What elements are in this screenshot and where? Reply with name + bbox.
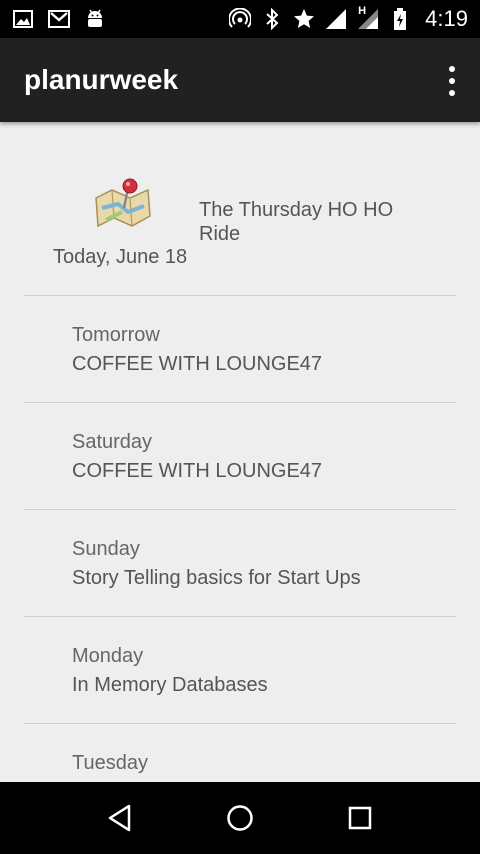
day-label: Saturday [72,431,153,453]
system-icons: H 4:19 [229,5,468,32]
bluetooth-icon [261,8,283,30]
list-item-day-1[interactable]: Tomorrow COFFEE WITH LOUNGE47 [0,296,480,402]
battery-icon [389,8,411,30]
back-icon[interactable] [95,793,145,843]
gmail-icon [48,8,70,30]
network-type-label: H [358,5,367,17]
status-time: 4:19 [425,6,468,31]
day-label: Tomorrow [72,324,160,346]
image-icon [12,8,34,30]
week-list[interactable]: Today, June 18 The Thursday HO HO Ride T… [0,122,480,782]
day-event: Story Telling basics for Start Ups [72,567,361,589]
hotspot-icon [229,8,252,30]
day-event: In Memory Databases [72,674,268,696]
day-label: Monday [72,645,144,667]
app-bar: planurweek [0,38,480,122]
day-event: COFFEE WITH LOUNGE47 [72,353,323,375]
overflow-dot [449,78,455,84]
overflow-dot [449,90,455,96]
android-icon [84,8,106,30]
overflow-menu-icon[interactable] [446,66,458,96]
today-event: The Thursday HO HO Ride [199,199,394,245]
today-date: Today, June 18 [53,246,188,268]
status-bar: H 4:19 [0,0,480,38]
signal-h-icon: H [357,5,379,30]
home-icon[interactable] [215,793,265,843]
star-icon [293,8,315,30]
today-item[interactable]: Today, June 18 The Thursday HO HO Ride [0,170,480,296]
navigation-bar [0,782,480,854]
list-item-day-4[interactable]: Monday In Memory Databases [0,617,480,723]
map-pin-icon [92,176,154,234]
day-label: Sunday [72,538,140,560]
day-event: COFFEE WITH LOUNGE47 [72,460,323,482]
list-item-day-3[interactable]: Sunday Story Telling basics for Start Up… [0,510,480,616]
day-label: Tuesday [72,752,148,774]
app-title: planurweek [24,64,179,95]
signal-icon [325,8,347,30]
list-item-day-2[interactable]: Saturday COFFEE WITH LOUNGE47 [0,403,480,509]
notification-icons [12,8,106,30]
overflow-dot [449,66,455,72]
recents-icon[interactable] [335,793,385,843]
list-item-day-5[interactable]: Tuesday [0,724,480,782]
